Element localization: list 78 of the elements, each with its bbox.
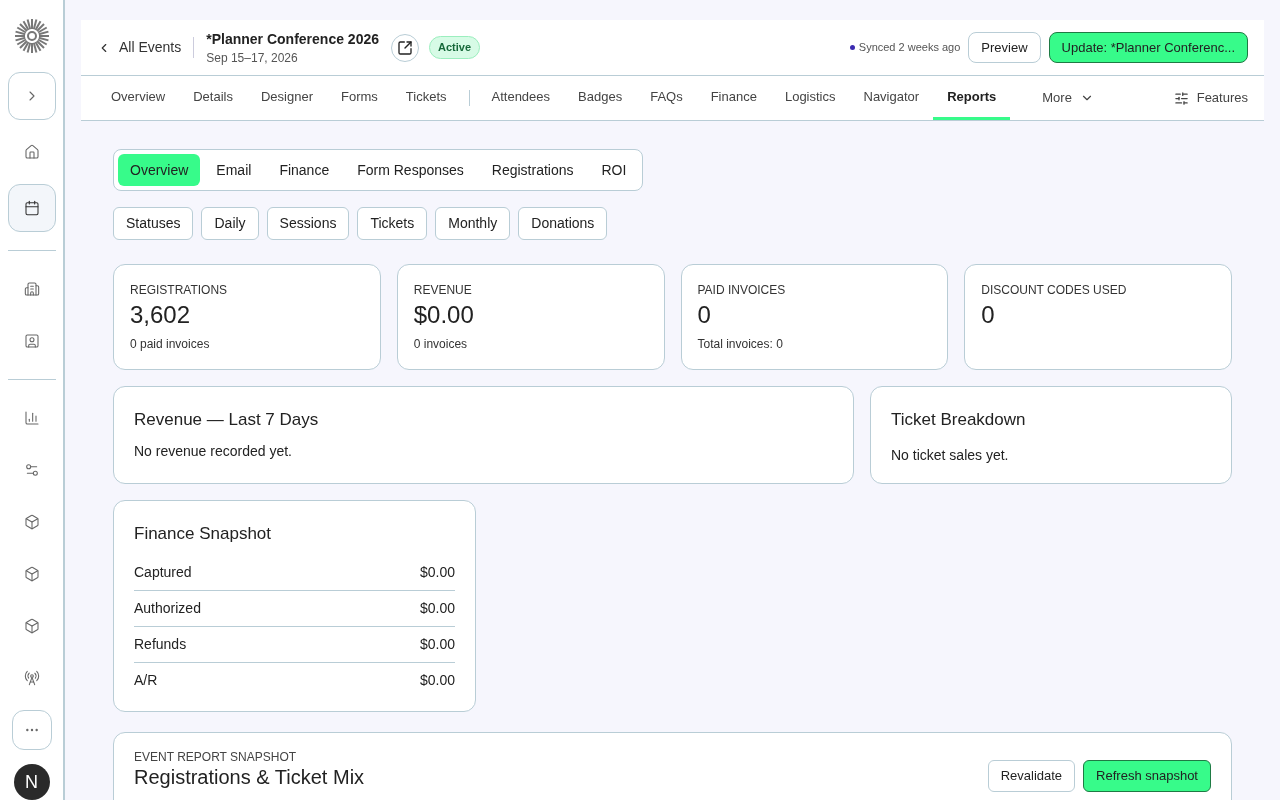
empty-message: No ticket sales yet. xyxy=(891,445,1010,465)
nav-tab[interactable]: Logistics xyxy=(770,76,850,120)
cube-icon xyxy=(23,618,40,634)
building-icon xyxy=(23,281,40,297)
nav-tab[interactable]: FAQs xyxy=(636,76,697,120)
stat-value: 0 xyxy=(697,300,712,330)
bar-chart-icon xyxy=(23,410,40,426)
stat-value: 3,602 xyxy=(130,300,192,330)
stat-label: REVENUE xyxy=(413,282,473,299)
nav-tab[interactable]: Details xyxy=(179,76,247,120)
card-title: Finance Snapshot xyxy=(134,523,273,545)
filter-chip[interactable]: Statuses xyxy=(113,207,194,240)
nav-tab[interactable]: Attendees xyxy=(477,76,565,120)
nav-tab[interactable]: Navigator xyxy=(849,76,934,120)
features-button[interactable]: Features xyxy=(1173,76,1248,120)
snapshot-title: Registrations & Ticket Mix xyxy=(134,764,365,789)
calendar-icon xyxy=(23,200,40,216)
finance-label: A/R xyxy=(134,671,158,690)
card-title: Ticket Breakdown xyxy=(891,409,1027,431)
report-tab[interactable]: Form Responses xyxy=(345,154,476,186)
stat-note: 0 invoices xyxy=(413,336,469,353)
nav-tab[interactable]: Tickets xyxy=(391,76,461,120)
filter-chip[interactable]: Tickets xyxy=(357,207,428,240)
antenna-icon xyxy=(23,670,40,686)
stat-note: Total invoices: 0 xyxy=(697,336,784,353)
snapshot-eyebrow: EVENT REPORT SNAPSHOT xyxy=(134,748,298,765)
nav-tab[interactable]: Overview xyxy=(97,76,180,120)
filter-chip[interactable]: Donations xyxy=(518,207,608,240)
report-tab[interactable]: Registrations xyxy=(479,154,586,186)
id-badge-icon xyxy=(23,333,40,349)
sidebar-item[interactable] xyxy=(7,72,56,120)
report-tab[interactable]: Finance xyxy=(267,154,342,186)
finance-value: $0.00 xyxy=(419,598,455,618)
report-tab[interactable]: Email xyxy=(204,154,264,186)
finance-value: $0.00 xyxy=(419,634,455,654)
stat-value: $0.00 xyxy=(413,300,475,330)
filter-chip[interactable]: Monthly xyxy=(435,207,511,240)
filter-chip[interactable]: Sessions xyxy=(266,207,350,240)
event-dates: Sep 15–17, 2026 xyxy=(206,49,299,67)
cube-icon xyxy=(23,566,40,582)
nav-tab[interactable]: Forms xyxy=(326,76,392,120)
finance-label: Captured xyxy=(134,562,192,582)
status-badge: Active xyxy=(429,36,481,59)
finance-label: Authorized xyxy=(134,598,201,618)
finance-label: Refunds xyxy=(134,634,187,654)
refresh-button[interactable]: Refresh snapshot xyxy=(1083,759,1211,792)
sliders-icon xyxy=(1173,90,1189,106)
sync-status: Synced 2 weeks ago xyxy=(858,40,961,56)
preview-button[interactable]: Preview xyxy=(968,32,1041,63)
nav-tab[interactable]: Finance xyxy=(696,76,771,120)
event-title: *Planner Conference 2026 xyxy=(206,29,379,49)
sidebar-item[interactable] xyxy=(11,710,52,750)
stat-label: PAID INVOICES xyxy=(697,282,787,299)
stat-label: DISCOUNT CODES USED xyxy=(981,282,1128,299)
card-title: Revenue — Last 7 Days xyxy=(134,409,320,431)
report-tab[interactable]: Overview xyxy=(118,154,201,186)
nav-tab[interactable]: Reports xyxy=(933,76,1011,120)
finance-value: $0.00 xyxy=(419,562,455,582)
empty-message: No revenue recorded yet. xyxy=(134,441,293,461)
home-icon xyxy=(23,144,40,160)
stat-value: 0 xyxy=(981,300,996,330)
nav-tab[interactable]: Badges xyxy=(564,76,637,120)
more-menu[interactable]: More xyxy=(1030,76,1106,120)
logo-icon xyxy=(13,18,50,54)
filter-chip[interactable]: Daily xyxy=(201,207,259,240)
back-link[interactable]: All Events xyxy=(97,37,195,58)
stat-note: 0 paid invoices xyxy=(130,336,211,353)
report-tab[interactable]: ROI xyxy=(589,154,639,186)
finance-value: $0.00 xyxy=(419,671,455,690)
sidebar-item[interactable] xyxy=(7,184,56,232)
nav-tab[interactable]: Designer xyxy=(246,76,327,120)
stat-label: REGISTRATIONS xyxy=(130,282,229,299)
revalidate-button[interactable]: Revalidate xyxy=(987,759,1076,792)
avatar[interactable]: N xyxy=(13,764,50,800)
settings-icon xyxy=(23,462,40,478)
update-button[interactable]: Update: *Planner Conferenc... xyxy=(1048,32,1248,63)
cube-icon xyxy=(23,514,40,530)
external-link-icon xyxy=(397,39,413,56)
